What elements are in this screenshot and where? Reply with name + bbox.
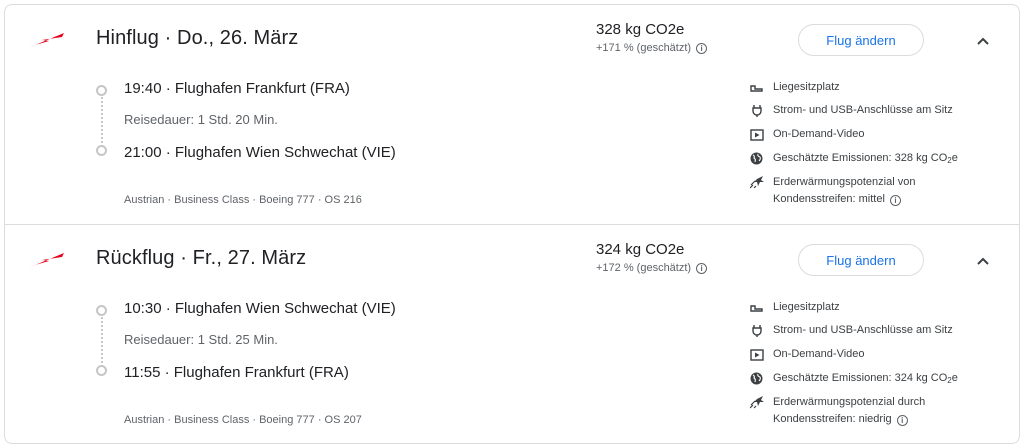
route-timeline xyxy=(96,302,108,382)
flight-title: Rückflug · Fr., 27. März xyxy=(96,247,307,269)
info-icon[interactable]: i xyxy=(696,42,708,54)
route-timeline xyxy=(96,82,108,162)
co2-emissions: 324 kg CO2e xyxy=(596,241,685,258)
arrival-info: 21:00 · Flughafen Wien Schwechat (VIE) xyxy=(124,144,396,161)
departure-info: 19:40 · Flughafen Frankfurt (FRA) xyxy=(124,80,350,97)
arrival-info: 11:55 · Flughafen Frankfurt (FRA) xyxy=(124,364,349,381)
globe-icon xyxy=(749,152,764,165)
return-flight-card: Rückflug · Fr., 27. März 10:30 · Flughaf… xyxy=(4,224,1020,444)
info-icon[interactable]: i xyxy=(889,195,901,206)
departure-dot-icon xyxy=(96,305,107,316)
info-icon[interactable]: i xyxy=(696,262,708,274)
amenity-video: On-Demand-Video xyxy=(749,348,865,363)
amenity-power: Strom- und USB-Anschlüsse am Sitz xyxy=(749,324,953,339)
arrival-dot-icon xyxy=(96,365,107,376)
flight-details: Austrian · Business Class · Boeing 777 ·… xyxy=(124,414,362,426)
contrail-icon xyxy=(749,176,764,189)
co2-delta: +171 % (geschätzt) i xyxy=(596,42,708,54)
amenity-video: On-Demand-Video xyxy=(749,128,865,143)
change-flight-button[interactable]: Flug ändern xyxy=(798,244,924,276)
travel-duration: Reisedauer: 1 Std. 20 Min. xyxy=(124,112,278,127)
video-icon xyxy=(749,348,764,361)
globe-icon xyxy=(749,372,764,385)
departure-dot-icon xyxy=(96,85,107,96)
video-icon xyxy=(749,128,764,141)
outbound-flight-card: Hinflug · Do., 26. März 19:40 · Flughafe… xyxy=(4,4,1020,225)
travel-duration: Reisedauer: 1 Std. 25 Min. xyxy=(124,332,278,347)
power-plug-icon xyxy=(749,104,764,117)
amenity-emissions: Geschätzte Emissionen: 324 kg CO2e xyxy=(749,372,958,389)
chevron-up-icon[interactable] xyxy=(975,33,991,49)
seat-icon xyxy=(749,301,764,314)
amenity-contrail: Erderwärmungspotenzial von Kondensstreif… xyxy=(749,176,915,208)
amenity-power: Strom- und USB-Anschlüsse am Sitz xyxy=(749,104,953,119)
flight-details: Austrian · Business Class · Boeing 777 ·… xyxy=(124,194,362,206)
co2-emissions: 328 kg CO2e xyxy=(596,21,685,38)
change-flight-button[interactable]: Flug ändern xyxy=(798,24,924,56)
amenity-seat: Liegesitzplatz xyxy=(749,81,840,96)
power-plug-icon xyxy=(749,324,764,337)
chevron-up-icon[interactable] xyxy=(975,253,991,269)
co2-delta: +172 % (geschätzt) i xyxy=(596,262,708,274)
seat-icon xyxy=(749,81,764,94)
amenity-emissions: Geschätzte Emissionen: 328 kg CO2e xyxy=(749,152,958,169)
departure-info: 10:30 · Flughafen Wien Schwechat (VIE) xyxy=(124,300,396,317)
contrail-icon xyxy=(749,396,764,409)
austrian-logo-icon xyxy=(28,33,64,48)
austrian-logo-icon xyxy=(28,253,64,268)
amenity-seat: Liegesitzplatz xyxy=(749,301,840,316)
info-icon[interactable]: i xyxy=(896,415,908,426)
arrival-dot-icon xyxy=(96,145,107,156)
amenity-contrail: Erderwärmungspotenzial durch Kondensstre… xyxy=(749,396,925,428)
flight-title: Hinflug · Do., 26. März xyxy=(96,27,299,49)
